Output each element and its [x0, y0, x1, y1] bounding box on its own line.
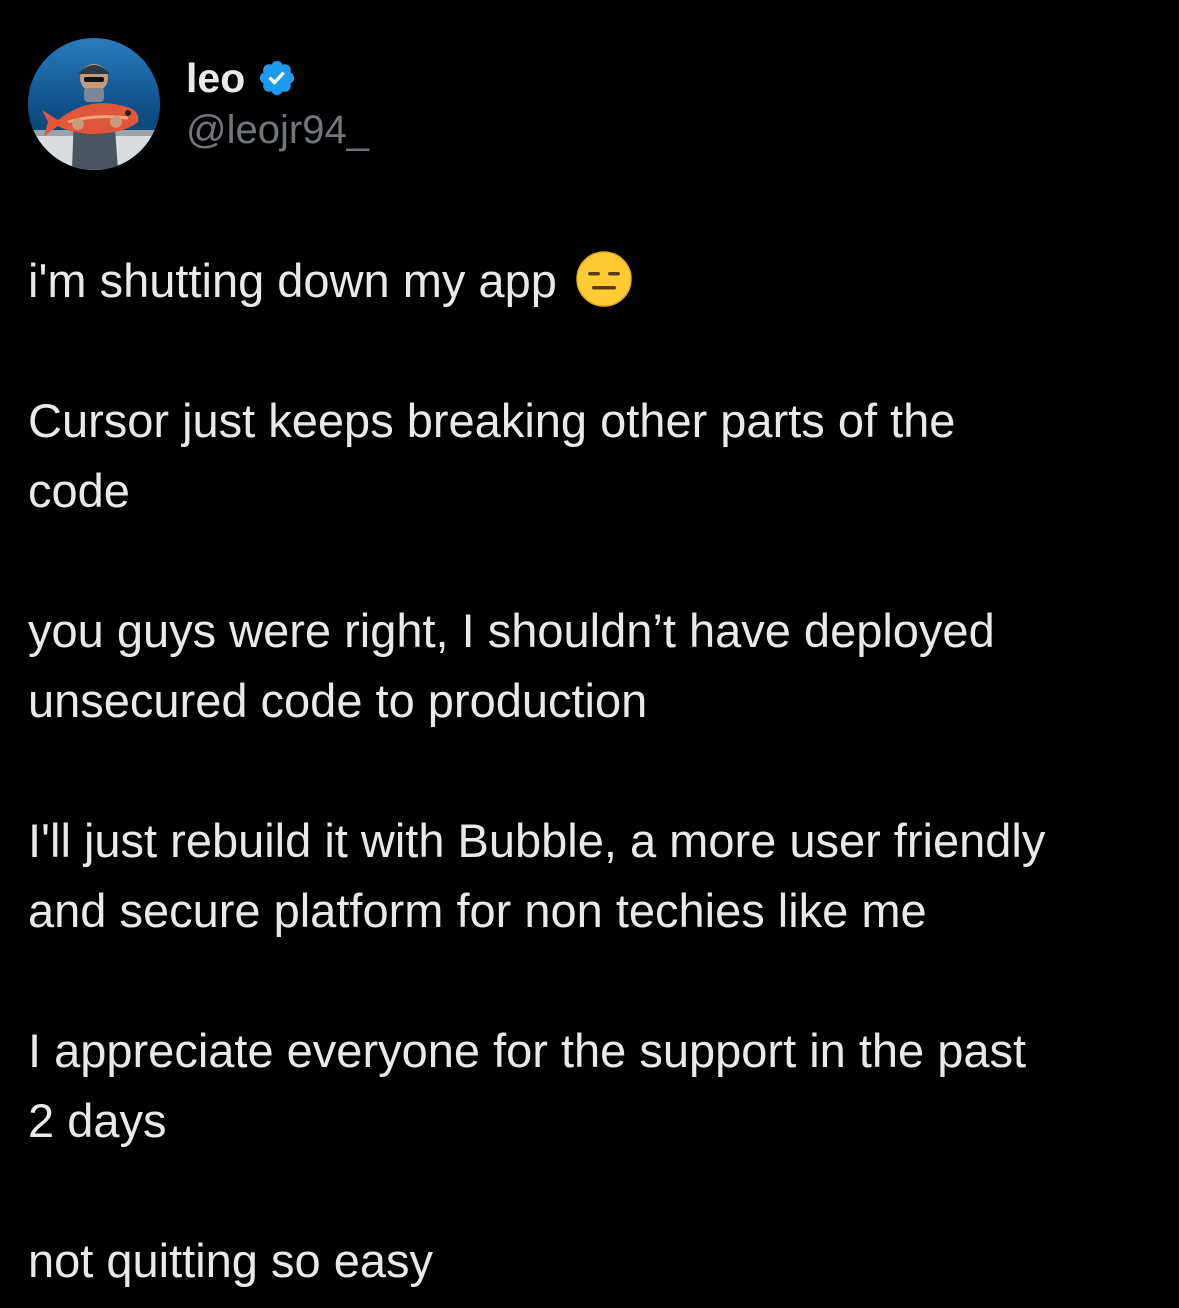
profile-photo-icon [28, 38, 160, 170]
display-name[interactable]: leo [186, 55, 245, 102]
tweet-paragraph: Cursor just keeps breaking other parts o… [28, 394, 956, 517]
tweet-paragraph: not quitting so easy [28, 1234, 433, 1287]
display-name-row: leo [186, 52, 369, 104]
tweet-paragraph: you guys were right, I shouldn’t have de… [28, 604, 995, 727]
author-handle[interactable]: @leojr94_ [186, 108, 369, 153]
tweet-header: leo @leojr94_ [28, 38, 728, 170]
tweet-text: i'm shutting down my app Cursor just kee… [28, 246, 1158, 1296]
avatar[interactable] [28, 38, 160, 170]
tweet-paragraph-text: i'm shutting down my app [28, 254, 570, 307]
tweet-card: leo @leojr94_ i'm shutting down my app C… [0, 0, 1179, 1308]
tweet-paragraph: I'll just rebuild it with Bubble, a more… [28, 814, 1046, 937]
tweet-paragraph: I appreciate everyone for the support in… [28, 1024, 1027, 1147]
verified-badge-icon [257, 58, 297, 98]
tweet-paragraph: i'm shutting down my app [28, 246, 1158, 316]
author-names: leo @leojr94_ [186, 52, 369, 153]
expressionless-face-emoji-icon [576, 251, 632, 307]
